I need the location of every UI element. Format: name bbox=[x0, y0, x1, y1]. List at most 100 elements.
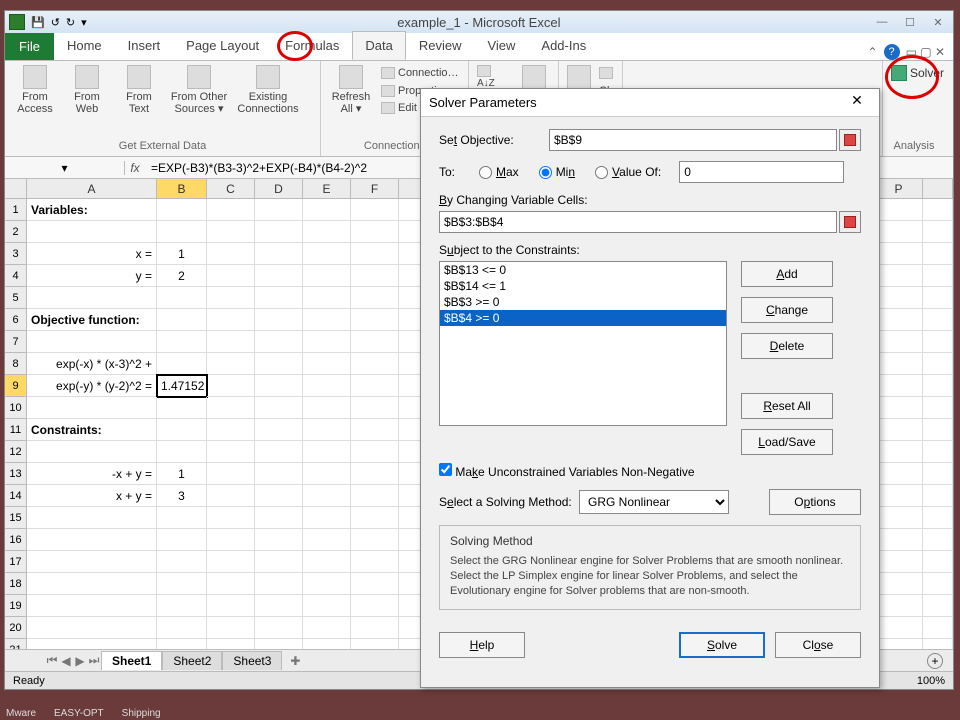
cell-d13[interactable] bbox=[255, 463, 303, 485]
cell-e13[interactable] bbox=[303, 463, 351, 485]
cell[interactable] bbox=[923, 485, 953, 507]
col-header-q[interactable] bbox=[923, 179, 953, 198]
cell[interactable] bbox=[875, 353, 923, 375]
col-header-c[interactable]: C bbox=[207, 179, 255, 198]
solver-button[interactable]: Solver bbox=[891, 65, 944, 81]
cell-e20[interactable] bbox=[303, 617, 351, 639]
cell-b11[interactable] bbox=[157, 419, 207, 441]
cell-d14[interactable] bbox=[255, 485, 303, 507]
cell-d20[interactable] bbox=[255, 617, 303, 639]
cell-f14[interactable] bbox=[351, 485, 399, 507]
cell[interactable] bbox=[875, 243, 923, 265]
tab-file[interactable]: File bbox=[5, 33, 54, 60]
cell[interactable] bbox=[923, 243, 953, 265]
cell-a15[interactable] bbox=[27, 507, 157, 529]
cell[interactable] bbox=[923, 309, 953, 331]
cell-d2[interactable] bbox=[255, 221, 303, 243]
cell-f6[interactable] bbox=[351, 309, 399, 331]
tool-icon[interactable] bbox=[781, 65, 809, 85]
taskbar-item[interactable]: Mware bbox=[6, 708, 36, 719]
cell[interactable] bbox=[875, 551, 923, 573]
cell-f16[interactable] bbox=[351, 529, 399, 551]
cell-c8[interactable] bbox=[207, 353, 255, 375]
cell[interactable] bbox=[923, 595, 953, 617]
cell-a17[interactable] bbox=[27, 551, 157, 573]
list-item[interactable]: $B$14 <= 1 bbox=[440, 278, 726, 294]
cell-c12[interactable] bbox=[207, 441, 255, 463]
cell[interactable] bbox=[923, 507, 953, 529]
cell-d19[interactable] bbox=[255, 595, 303, 617]
cell-f11[interactable] bbox=[351, 419, 399, 441]
reset-all-button[interactable]: Reset All bbox=[741, 393, 833, 419]
cell-c5[interactable] bbox=[207, 287, 255, 309]
sheet-tab-1[interactable]: Sheet1 bbox=[101, 651, 162, 670]
radio-valueof[interactable]: Value Of: bbox=[595, 165, 661, 179]
cell-f7[interactable] bbox=[351, 331, 399, 353]
cell-d6[interactable] bbox=[255, 309, 303, 331]
tool-icon[interactable] bbox=[747, 65, 775, 85]
row-header[interactable]: 2 bbox=[5, 221, 27, 243]
cell-f19[interactable] bbox=[351, 595, 399, 617]
cell[interactable] bbox=[875, 331, 923, 353]
col-header-e[interactable]: E bbox=[303, 179, 351, 198]
col-header-b[interactable]: B bbox=[157, 179, 207, 198]
cell-d9[interactable] bbox=[255, 375, 303, 397]
row-header[interactable]: 4 bbox=[5, 265, 27, 287]
cell-a11[interactable]: Constraints: bbox=[27, 419, 157, 441]
tab-addins[interactable]: Add-Ins bbox=[528, 31, 599, 60]
col-header-d[interactable]: D bbox=[255, 179, 303, 198]
cell-a8[interactable]: exp(-x) * (x-3)^2 + bbox=[27, 353, 157, 375]
cell-f17[interactable] bbox=[351, 551, 399, 573]
cell-e18[interactable] bbox=[303, 573, 351, 595]
close-button[interactable]: Close bbox=[775, 632, 861, 658]
cell-f10[interactable] bbox=[351, 397, 399, 419]
cell-e11[interactable] bbox=[303, 419, 351, 441]
cell-b19[interactable] bbox=[157, 595, 207, 617]
change-button[interactable]: Change bbox=[741, 297, 833, 323]
tab-data[interactable]: Data bbox=[352, 31, 405, 60]
from-access-button[interactable]: From Access bbox=[13, 65, 57, 115]
qat-redo-icon[interactable]: ↻ bbox=[66, 16, 75, 29]
connections-button[interactable]: Connectio… bbox=[381, 65, 459, 83]
cell-e5[interactable] bbox=[303, 287, 351, 309]
tool-icon[interactable] bbox=[665, 65, 683, 85]
options-button[interactable]: Options bbox=[769, 489, 861, 515]
changing-cells-input[interactable] bbox=[439, 211, 837, 233]
cell-e12[interactable] bbox=[303, 441, 351, 463]
cell-e2[interactable] bbox=[303, 221, 351, 243]
objective-input[interactable] bbox=[549, 129, 837, 151]
cell-c10[interactable] bbox=[207, 397, 255, 419]
cell[interactable] bbox=[923, 221, 953, 243]
cell[interactable] bbox=[875, 485, 923, 507]
cell-c20[interactable] bbox=[207, 617, 255, 639]
cell-c14[interactable] bbox=[207, 485, 255, 507]
cell-e3[interactable] bbox=[303, 243, 351, 265]
cell-f8[interactable] bbox=[351, 353, 399, 375]
cell[interactable] bbox=[923, 353, 953, 375]
cell-a14[interactable]: x + y = bbox=[27, 485, 157, 507]
cell-d16[interactable] bbox=[255, 529, 303, 551]
cell-a12[interactable] bbox=[27, 441, 157, 463]
cell[interactable] bbox=[875, 463, 923, 485]
cell-a2[interactable] bbox=[27, 221, 157, 243]
cell-d11[interactable] bbox=[255, 419, 303, 441]
cell[interactable] bbox=[875, 573, 923, 595]
cell-a1[interactable]: Variables: bbox=[27, 199, 157, 221]
row-header[interactable]: 3 bbox=[5, 243, 27, 265]
row-header[interactable]: 8 bbox=[5, 353, 27, 375]
add-button[interactable]: Add bbox=[741, 261, 833, 287]
radio-max[interactable]: Max bbox=[479, 165, 519, 179]
cell-c17[interactable] bbox=[207, 551, 255, 573]
radio-min[interactable]: Min bbox=[539, 165, 575, 179]
qat-dropdown-icon[interactable]: ▾ bbox=[81, 16, 87, 29]
cell-f12[interactable] bbox=[351, 441, 399, 463]
cell-b14[interactable]: 3 bbox=[157, 485, 207, 507]
row-header[interactable]: 10 bbox=[5, 397, 27, 419]
cell-f15[interactable] bbox=[351, 507, 399, 529]
col-header-p[interactable]: P bbox=[875, 179, 923, 198]
from-text-button[interactable]: From Text bbox=[117, 65, 161, 115]
close-window-button[interactable]: ✕ bbox=[927, 16, 949, 29]
cell-a4[interactable]: y = bbox=[27, 265, 157, 287]
cell-a9[interactable]: exp(-y) * (y-2)^2 = bbox=[27, 375, 157, 397]
cell[interactable] bbox=[875, 265, 923, 287]
